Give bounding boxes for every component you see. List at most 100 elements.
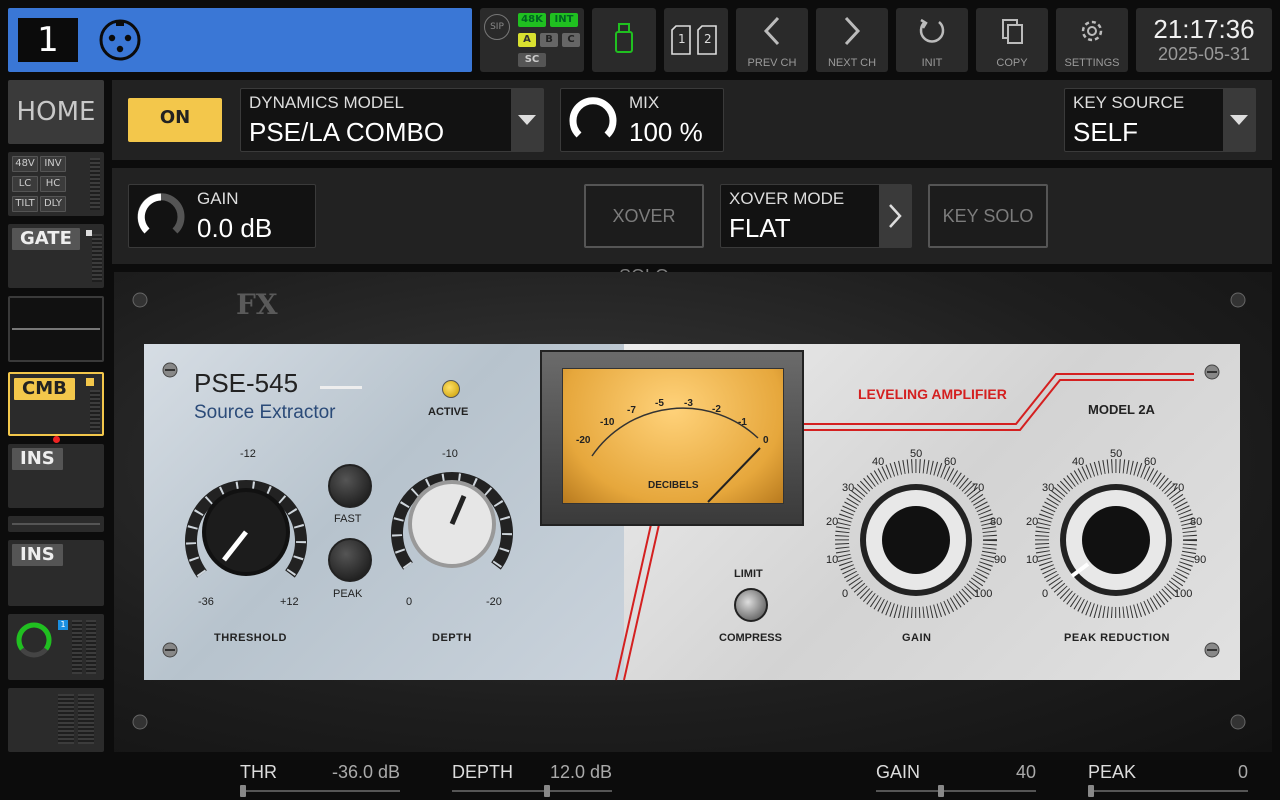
home-button[interactable]: HOME <box>8 80 104 144</box>
peak-dial-tick: 60 <box>1144 456 1157 468</box>
param-slider-thumb[interactable] <box>544 785 551 797</box>
init-label: INIT <box>921 57 943 69</box>
peak-dial-tick: 0 <box>1042 588 1049 600</box>
channel-header[interactable]: 1 <box>8 8 472 72</box>
dynamics-model-label: DYNAMICS MODEL <box>249 93 404 112</box>
mix-control[interactable]: MIX 100 % <box>560 88 724 152</box>
face-screw-icon <box>1204 642 1220 658</box>
clock-date: 2025-05-31 <box>1157 44 1251 64</box>
threshold-knob[interactable] <box>180 470 312 590</box>
face-screw-icon <box>162 642 178 658</box>
pan-block[interactable] <box>8 516 104 532</box>
insert-2-block[interactable]: INS <box>8 540 104 606</box>
threshold-top-tick: -12 <box>240 448 256 460</box>
param-slider-thumb[interactable] <box>240 785 246 797</box>
copy-icon <box>1002 19 1023 44</box>
vu-tick: -1 <box>738 417 747 428</box>
fast-button[interactable] <box>328 464 372 508</box>
clock-tag: INT <box>550 13 578 27</box>
next-channel-label: NEXT CH <box>827 57 877 69</box>
rack-screw-icon <box>132 292 148 308</box>
usb-button[interactable] <box>592 8 656 72</box>
gain-dial-tick: 40 <box>872 456 885 468</box>
clock-time: 21:17:36 <box>1153 14 1255 44</box>
param-name: THR <box>240 762 277 782</box>
xover-solo-button[interactable]: XOVER SOLO <box>584 184 704 286</box>
copy-button[interactable]: COPY <box>976 8 1048 72</box>
input-settings-block[interactable]: 48V INV LC HC TILT DLY <box>8 152 104 216</box>
chip-inv: INV <box>40 156 66 172</box>
limit-label: LIMIT <box>734 568 763 580</box>
send-block[interactable]: 1 <box>8 614 104 680</box>
gain-dial-tick: 90 <box>994 554 1007 566</box>
send-meter-b <box>86 620 96 674</box>
eq-curve <box>12 328 100 330</box>
red-divider-lines <box>615 520 661 681</box>
gain-dial-tick: 20 <box>826 516 839 528</box>
fader-meter-b <box>78 694 94 744</box>
param-track <box>876 790 1036 792</box>
prev-channel-button[interactable]: PREV CH <box>736 8 808 72</box>
settings-button[interactable]: SETTINGS <box>1056 8 1128 72</box>
param-thr[interactable]: THR -36.0 dB <box>240 760 400 797</box>
threshold-max-tick: +12 <box>280 596 299 608</box>
xover-mode-selector[interactable]: XOVER MODE FLAT <box>720 184 912 248</box>
depth-knob[interactable] <box>386 462 518 582</box>
rack-screw-icon <box>1230 292 1246 308</box>
io-status-panel[interactable]: SIP 48K INT A B C SC <box>480 8 584 72</box>
dynamics-model-dropdown[interactable]: DYNAMICS MODEL PSE/LA COMBO <box>240 88 544 152</box>
vu-tick: -3 <box>684 398 693 409</box>
mix-knob-icon <box>569 97 617 138</box>
param-depth[interactable]: DEPTH 12.0 dB <box>452 760 612 797</box>
param-name: DEPTH <box>452 762 514 782</box>
param-value: -36.0 dB <box>331 762 400 782</box>
chip-48v: 48V <box>12 156 38 172</box>
send-level-knob-icon <box>16 622 52 658</box>
next-channel-button[interactable]: NEXT CH <box>816 8 888 72</box>
key-solo-button[interactable]: KEY SOLO <box>928 184 1048 248</box>
active-label: ACTIVE <box>428 406 469 418</box>
vu-tick: -7 <box>627 405 636 416</box>
eq-block[interactable] <box>8 296 104 362</box>
peak-button[interactable] <box>328 538 372 582</box>
param-value: 40 <box>1015 762 1036 782</box>
xover-mode-label: XOVER MODE <box>729 189 845 208</box>
gain-dial-tick: 50 <box>910 448 923 460</box>
vu-tick: 0 <box>763 435 769 446</box>
gain-dial-tick: 100 <box>974 588 993 600</box>
peak-dial-tick: 90 <box>1194 554 1207 566</box>
param-slider-thumb[interactable] <box>1088 785 1094 797</box>
dynamics-on-button[interactable]: ON <box>128 98 222 142</box>
triangle-down-icon <box>1230 115 1248 125</box>
cmb-meter <box>90 390 100 432</box>
peak-dial-tick: 100 <box>1174 588 1193 600</box>
rate-tag: 48K <box>518 13 546 27</box>
rack-screw-icon <box>1230 714 1246 730</box>
gate-block[interactable]: GATE <box>8 224 104 288</box>
layer-select-button[interactable]: 1 2 <box>664 8 728 72</box>
la-model: MODEL 2A <box>1088 402 1155 417</box>
key-source-dropdown[interactable]: KEY SOURCE SELF <box>1064 88 1256 152</box>
gain-dial-tick: 80 <box>990 516 1003 528</box>
cmb-led <box>86 378 94 386</box>
gain-dial-tick: 60 <box>944 456 957 468</box>
init-button[interactable]: INIT <box>896 8 968 72</box>
param-gain[interactable]: GAIN 40 <box>876 760 1036 797</box>
vu-tick: -20 <box>576 435 591 446</box>
param-track <box>240 790 400 792</box>
gain-dial-tick: 10 <box>826 554 839 566</box>
peak-dial-tick: 30 <box>1042 482 1055 494</box>
param-peak[interactable]: PEAK 0 <box>1088 760 1248 797</box>
fader-block[interactable] <box>8 688 104 752</box>
peak-dial-tick: 50 <box>1110 448 1123 460</box>
limit-compress-switch[interactable] <box>734 588 768 622</box>
insert-1-block[interactable]: INS <box>8 444 104 508</box>
xlr-input-icon <box>99 19 141 61</box>
gain-control[interactable]: GAIN 0.0 dB <box>128 184 316 248</box>
dynamics-block-selected[interactable]: CMB <box>8 372 104 436</box>
param-slider-thumb[interactable] <box>937 785 944 797</box>
key-source-label: KEY SOURCE <box>1073 93 1185 112</box>
dropdown-arrow <box>1223 89 1255 151</box>
vu-tick: -10 <box>600 417 615 428</box>
mix-value: 100 % <box>629 117 703 147</box>
